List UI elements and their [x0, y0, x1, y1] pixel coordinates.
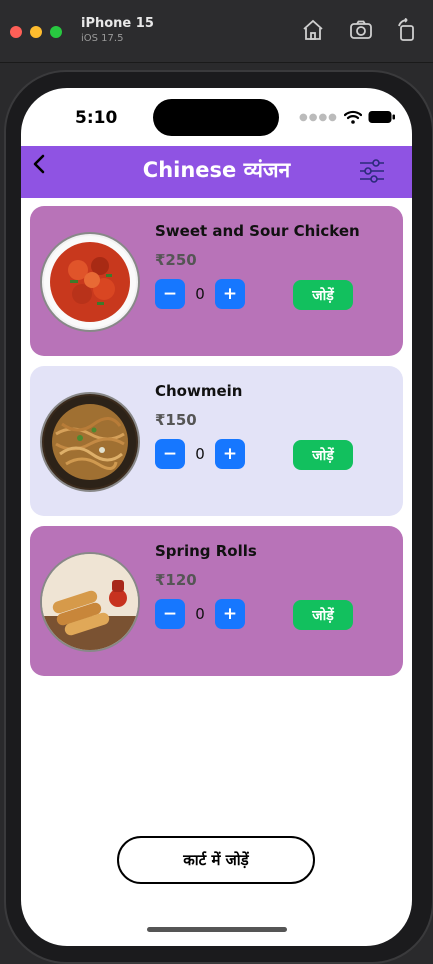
increase-quantity-button[interactable]: + [215, 599, 245, 629]
status-time: 5:10 [75, 108, 118, 128]
add-item-button[interactable]: जोड़ें [293, 280, 353, 310]
decrease-quantity-button[interactable]: − [155, 599, 185, 629]
spring-rolls-image [40, 552, 140, 652]
app-header: Chinese व्यंजन [21, 146, 412, 198]
signal-icon: ●●●● [299, 111, 338, 123]
page-title: Chinese व्यंजन [142, 158, 291, 182]
item-name: Chowmein [155, 382, 243, 400]
wifi-icon [343, 110, 362, 124]
minimize-window-button[interactable] [30, 26, 42, 38]
decrease-quantity-button[interactable]: − [155, 439, 185, 469]
dynamic-island [153, 99, 279, 136]
item-quantity: 0 [195, 605, 205, 623]
menu-item-card: Spring Rolls ₹120 − 0 + जोड़ें [30, 526, 403, 676]
item-quantity: 0 [195, 285, 205, 303]
sweet-sour-chicken-image [40, 232, 140, 332]
menu-item-card: Sweet and Sour Chicken ₹250 − 0 + जोड़ें [30, 206, 403, 356]
add-to-cart-button[interactable]: कार्ट में जोड़ें [117, 836, 315, 884]
increase-quantity-button[interactable]: + [215, 279, 245, 309]
simulator-title-bar: iPhone 15 iOS 17.5 [0, 0, 433, 63]
screenshot-icon[interactable] [349, 18, 373, 42]
item-quantity: 0 [195, 445, 205, 463]
item-price: ₹120 [155, 571, 197, 589]
battery-icon [368, 111, 395, 123]
item-price: ₹150 [155, 411, 197, 429]
close-window-button[interactable] [10, 26, 22, 38]
zoom-window-button[interactable] [50, 26, 62, 38]
add-item-button[interactable]: जोड़ें [293, 600, 353, 630]
decrease-quantity-button[interactable]: − [155, 279, 185, 309]
add-item-button[interactable]: जोड़ें [293, 440, 353, 470]
device-name: iPhone 15 [81, 16, 154, 31]
item-price: ₹250 [155, 251, 197, 269]
item-name: Sweet and Sour Chicken [155, 222, 360, 240]
status-icons: ●●●● [299, 108, 396, 126]
item-name: Spring Rolls [155, 542, 257, 560]
chowmein-image [40, 392, 140, 492]
home-icon[interactable] [301, 18, 325, 42]
menu-item-card: Chowmein ₹150 − 0 + जोड़ें [30, 366, 403, 516]
rotate-icon[interactable] [395, 17, 419, 42]
filter-sliders-icon[interactable] [357, 156, 387, 186]
app-screen: 5:10 ●●●● Chinese व्यंजन Sweet and Sour … [21, 88, 412, 946]
home-indicator[interactable] [147, 927, 287, 932]
os-version: iOS 17.5 [81, 33, 124, 44]
increase-quantity-button[interactable]: + [215, 439, 245, 469]
